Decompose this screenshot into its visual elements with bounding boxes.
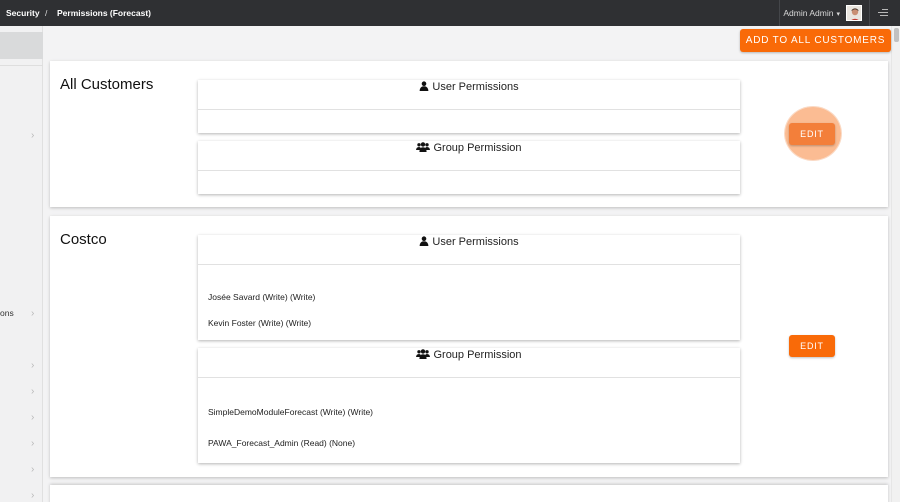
chevron-right-icon[interactable]: › xyxy=(31,386,34,397)
edit-button[interactable]: EDIT xyxy=(789,335,835,357)
chevron-right-icon[interactable]: › xyxy=(31,130,34,141)
user-permissions-heading-text: User Permissions xyxy=(432,236,519,248)
chevron-right-icon[interactable]: › xyxy=(31,308,34,319)
customer-card: All Customers User Permissions Group Per… xyxy=(50,61,888,207)
avatar[interactable] xyxy=(846,5,862,21)
user-permissions-panel: User Permissions Josée Savard (Write) (W… xyxy=(198,235,740,340)
chevron-right-icon[interactable]: › xyxy=(31,438,34,449)
user-icon xyxy=(420,81,429,91)
group-permissions-panel: Group Permission SimpleDemoModuleForecas… xyxy=(198,348,740,463)
chevron-right-icon[interactable]: › xyxy=(31,464,34,475)
user-name: Admin Admin xyxy=(783,8,834,18)
group-permissions-heading: Group Permission xyxy=(198,142,740,154)
group-permissions-heading: Group Permission xyxy=(198,349,740,361)
navbar-divider xyxy=(869,0,870,26)
page-scrollbar[interactable] xyxy=(891,26,900,502)
group-permissions-panel: Group Permission xyxy=(198,141,740,194)
customer-name: Costco xyxy=(60,231,107,248)
group-permission-item: SimpleDemoModuleForecast (Write) (Write) xyxy=(208,407,373,417)
edit-button[interactable]: EDIT xyxy=(789,123,835,145)
group-permissions-heading-text: Group Permission xyxy=(433,142,522,154)
sidebar-divider xyxy=(0,65,43,66)
scrollbar-thumb[interactable] xyxy=(894,28,899,42)
group-permission-item: PAWA_Forecast_Admin (Read) (None) xyxy=(208,438,356,448)
user-permissions-panel: User Permissions xyxy=(198,80,740,133)
top-navbar: Security / Permissions (Forecast) Admin … xyxy=(0,0,900,26)
breadcrumb-current-page: Permissions (Forecast) xyxy=(57,8,152,18)
sidebar: › ons › › › › › › › xyxy=(0,26,43,502)
customer-card: Costco User Permissions Josée Savard (Wr… xyxy=(50,216,888,477)
user-permissions-heading: User Permissions xyxy=(198,236,740,248)
caret-down-icon: ▾ xyxy=(836,11,840,18)
chevron-right-icon[interactable]: › xyxy=(31,412,34,423)
customer-card xyxy=(50,485,888,502)
user-menu[interactable]: Admin Admin ▾ xyxy=(783,8,840,18)
breadcrumb-separator: / xyxy=(45,8,48,18)
breadcrumb-security[interactable]: Security xyxy=(6,8,40,18)
user-permissions-heading: User Permissions xyxy=(198,81,740,93)
panel-divider xyxy=(198,264,740,265)
add-to-all-customers-button[interactable]: ADD TO ALL CUSTOMERS xyxy=(740,29,891,52)
user-permissions-heading-text: User Permissions xyxy=(432,81,519,93)
users-icon xyxy=(416,349,431,359)
user-permission-item: Josée Savard (Write) (Write) xyxy=(208,292,316,302)
customer-name: All Customers xyxy=(60,76,154,93)
chevron-right-icon[interactable]: › xyxy=(31,360,34,371)
sidebar-item-label[interactable]: ons xyxy=(0,308,14,318)
navbar-divider xyxy=(779,0,780,26)
chevron-right-icon[interactable]: › xyxy=(31,490,34,501)
menu-icon[interactable] xyxy=(878,9,888,18)
sidebar-item-active[interactable] xyxy=(0,32,43,59)
users-icon xyxy=(416,142,431,152)
group-permissions-heading-text: Group Permission xyxy=(433,349,522,361)
user-permission-item: Kevin Foster (Write) (Write) xyxy=(208,318,312,328)
user-icon xyxy=(420,236,429,246)
panel-divider xyxy=(198,109,740,110)
panel-divider xyxy=(198,170,740,171)
panel-divider xyxy=(198,377,740,378)
